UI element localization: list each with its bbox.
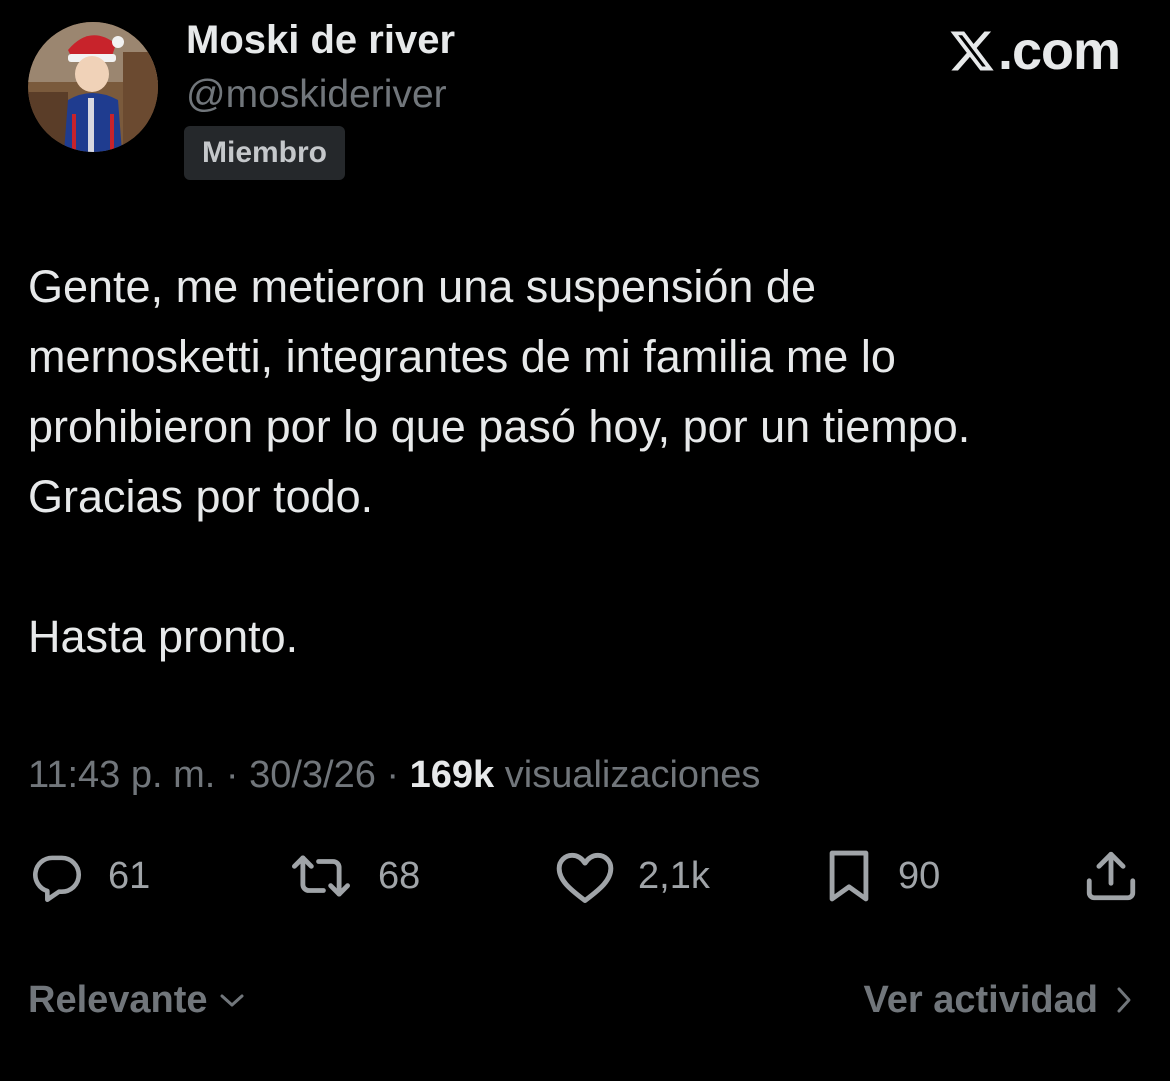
- brand-label: .com: [997, 21, 1121, 81]
- author-handle[interactable]: @moskideriver: [186, 72, 447, 118]
- tweet-line: Gracias por todo.: [28, 471, 374, 522]
- bookmark-button[interactable]: 90: [822, 846, 940, 906]
- x-logo-icon: [950, 31, 994, 71]
- avatar-image: [28, 22, 158, 152]
- author-display-name[interactable]: Moski de river: [186, 16, 455, 64]
- reply-button[interactable]: 61: [28, 846, 150, 906]
- like-count: 2,1k: [638, 855, 710, 897]
- chevron-right-icon: [1117, 987, 1131, 1013]
- member-badge: Miembro: [184, 126, 346, 180]
- repost-icon: [292, 855, 351, 897]
- tweet-time[interactable]: 11:43 p. m.: [28, 754, 215, 796]
- reply-icon: [33, 855, 82, 902]
- repost-count: 68: [378, 855, 421, 897]
- tweet-line: mernosketti, integrantes de mi familia m…: [28, 331, 896, 382]
- bookmark-icon: [829, 850, 869, 902]
- reply-count: 61: [108, 855, 151, 897]
- meta-separator: ·: [215, 754, 250, 796]
- views-label: visualizaciones: [504, 754, 761, 796]
- tweet-meta: 11:43 p. m. · 30/3/26 · 169k visualizaci…: [28, 750, 760, 800]
- views-count: 169k: [409, 754, 495, 796]
- tweet-date[interactable]: 30/3/26: [249, 754, 376, 796]
- tweet-line: prohibieron por lo que pasó hoy, por un …: [28, 401, 971, 452]
- action-bar: 61 68 2,1k 90: [0, 846, 1170, 906]
- meta-separator: ·: [375, 754, 410, 796]
- sort-label: Relevante: [28, 979, 208, 1021]
- heart-icon: [556, 852, 614, 903]
- view-activity-label: Ver actividad: [863, 979, 1098, 1021]
- view-activity-link[interactable]: Ver actividad: [864, 975, 1134, 1025]
- tweet-text: Gente, me metieron una suspensión de mer…: [28, 252, 1138, 672]
- sort-dropdown[interactable]: Relevante: [28, 975, 246, 1025]
- chevron-down-icon: [220, 994, 244, 1007]
- share-button[interactable]: [1082, 846, 1140, 906]
- avatar[interactable]: [28, 22, 158, 152]
- tweet-closing-line: Hasta pronto.: [28, 611, 299, 662]
- like-button[interactable]: 2,1k: [554, 846, 710, 906]
- repost-button[interactable]: 68: [286, 846, 420, 906]
- share-icon: [1086, 851, 1136, 901]
- brand-watermark: .com: [948, 21, 1121, 81]
- tweet-line: Gente, me metieron una suspensión de: [28, 261, 816, 312]
- bookmark-count: 90: [898, 855, 941, 897]
